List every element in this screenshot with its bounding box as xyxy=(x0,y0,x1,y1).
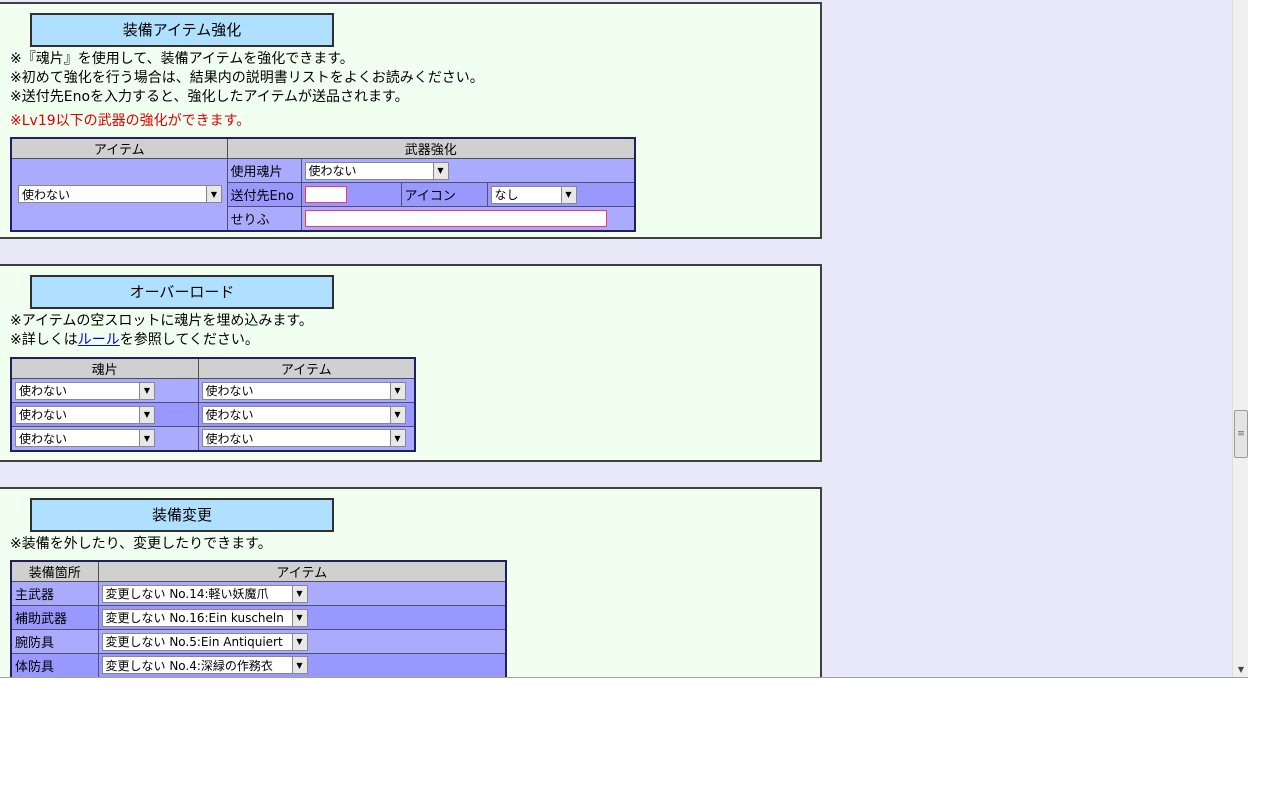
item-select[interactable]: 使わない ▼ xyxy=(201,429,406,448)
serif-cell xyxy=(300,206,636,231)
eno-input[interactable] xyxy=(304,186,347,203)
soul-cell: 使わない ▼ xyxy=(300,158,636,183)
item-cell: 変更しない No.4:深緑の作務衣 ▼ xyxy=(97,653,507,677)
chevron-down-icon: ▼ xyxy=(432,162,448,179)
table-row: 使わない ▼ 使わない ▼ xyxy=(10,378,416,403)
header-item: アイテム xyxy=(197,357,416,379)
slot-label: 体防具 xyxy=(10,653,99,677)
soul-cell: 使わない ▼ xyxy=(10,426,199,451)
chevron-down-icon: ▼ xyxy=(139,406,154,423)
equip-select[interactable]: 変更しない No.4:深緑の作務衣 ▼ xyxy=(101,656,308,675)
item-cell: 変更しない No.14:軽い妖魔爪 ▼ xyxy=(97,581,507,606)
chevron-down-icon: ▼ xyxy=(560,186,576,203)
label-serif: せりふ xyxy=(226,206,302,231)
item-cell: 使わない ▼ xyxy=(197,402,416,427)
soul-select[interactable]: 使わない ▼ xyxy=(304,161,449,180)
enhance-title: 装備アイテム強化 xyxy=(30,13,334,47)
enhance-note-3: ※送付先Enoを入力すると、強化したアイテムが送品されます。 xyxy=(10,89,409,105)
label-icon: アイコン xyxy=(400,182,488,207)
item-cell: 使わない ▼ xyxy=(197,426,416,451)
grip-icon: ≡ xyxy=(1237,429,1245,439)
table-row: 使わない ▼ 使わない ▼ xyxy=(10,402,416,427)
label-eno: 送付先Eno xyxy=(226,182,302,207)
soul-select[interactable]: 使わない ▼ xyxy=(15,405,155,424)
item-cell: 使わない ▼ xyxy=(10,158,228,231)
table-row: 腕防具 変更しない No.5:Ein Antiquiert ▼ xyxy=(10,629,507,654)
slot-label: 腕防具 xyxy=(10,629,99,654)
table-row: 主武器 変更しない No.14:軽い妖魔爪 ▼ xyxy=(10,581,507,606)
enhance-note-1: ※『魂片』を使用して、装備アイテムを強化できます。 xyxy=(10,51,354,67)
scroll-down-arrow-icon[interactable]: ▼ xyxy=(1234,664,1248,676)
table-row: 使わない ▼ 使わない ▼ xyxy=(10,426,416,451)
item-cell: 変更しない No.16:Ein kuscheln ▼ xyxy=(97,605,507,630)
vertical-scrollbar[interactable]: ≡ ▼ xyxy=(1232,0,1248,677)
chevron-down-icon: ▼ xyxy=(291,633,307,650)
header-slot: 装備箇所 xyxy=(10,560,99,582)
item-select[interactable]: 使わない ▼ xyxy=(18,185,222,204)
chevron-down-icon: ▼ xyxy=(389,430,405,447)
table-row: 体防具 変更しない No.4:深緑の作務衣 ▼ xyxy=(10,653,507,677)
soul-select[interactable]: 使わない ▼ xyxy=(15,429,155,448)
warning-text: Lv19以下の武器の強化ができます。 xyxy=(21,113,251,129)
equip-select[interactable]: 変更しない No.16:Ein kuscheln ▼ xyxy=(101,608,308,627)
chevron-down-icon: ▼ xyxy=(389,406,405,423)
icon-select[interactable]: なし ▼ xyxy=(490,185,577,204)
item-select[interactable]: 使わない ▼ xyxy=(201,381,406,400)
enhance-panel: 装備アイテム強化 ※『魂片』を使用して、装備アイテムを強化できます。 ※初めて強… xyxy=(0,2,822,239)
browser-viewport: 装備アイテム強化 ※『魂片』を使用して、装備アイテムを強化できます。 ※初めて強… xyxy=(0,0,1248,678)
chevron-down-icon: ▼ xyxy=(206,186,221,203)
icon-cell: なし ▼ xyxy=(486,182,636,207)
header-item: アイテム xyxy=(97,560,507,582)
overload-note-2: ※詳しくはルールを参照してください。 xyxy=(10,331,259,350)
enhance-table: アイテム 武器強化 使わない ▼ 使用魂片 使わない ▼ 送付先Eno アイコン… xyxy=(10,137,636,232)
equip-panel: 装備変更 ※装備を外したり、変更したりできます。 装備箇所 アイテム 主武器 変… xyxy=(0,487,822,677)
overload-title: オーバーロード xyxy=(30,275,334,309)
equip-select[interactable]: 変更しない No.5:Ein Antiquiert ▼ xyxy=(101,632,308,651)
note2-suffix: を参照してください。 xyxy=(119,332,259,348)
overload-table: 魂片 アイテム 使わない ▼ 使わない ▼ 使わない ▼ 使わない ▼ 使わない ▼ 使わ… xyxy=(10,357,416,452)
chevron-down-icon: ▼ xyxy=(291,609,307,626)
equip-select[interactable]: 変更しない No.14:軽い妖魔爪 ▼ xyxy=(101,584,308,603)
overload-note-1: ※アイテムの空スロットに魂片を埋め込みます。 xyxy=(10,313,313,329)
equip-note: ※装備を外したり、変更したりできます。 xyxy=(10,536,272,552)
eno-cell xyxy=(300,182,402,207)
warning-prefix: ※ xyxy=(10,113,22,129)
item-cell: 変更しない No.5:Ein Antiquiert ▼ xyxy=(97,629,507,654)
scroll-thumb[interactable]: ≡ xyxy=(1234,410,1248,458)
chevron-down-icon: ▼ xyxy=(139,382,154,399)
table-row: 補助武器 変更しない No.16:Ein kuscheln ▼ xyxy=(10,605,507,630)
chevron-down-icon: ▼ xyxy=(389,382,405,399)
equip-title: 装備変更 xyxy=(30,498,334,532)
header-item: アイテム xyxy=(10,137,228,159)
overload-panel: オーバーロード ※アイテムの空スロットに魂片を埋め込みます。 ※詳しくはルールを… xyxy=(0,264,822,462)
soul-select[interactable]: 使わない ▼ xyxy=(15,381,155,400)
enhance-warning: ※Lv19以下の武器の強化ができます。 xyxy=(10,112,250,131)
slot-label: 補助武器 xyxy=(10,605,99,630)
item-select[interactable]: 使わない ▼ xyxy=(201,405,406,424)
soul-cell: 使わない ▼ xyxy=(10,378,199,403)
item-cell: 使わない ▼ xyxy=(197,378,416,403)
chevron-down-icon: ▼ xyxy=(139,430,154,447)
slot-label: 主武器 xyxy=(10,581,99,606)
header-weapon-enhance: 武器強化 xyxy=(226,137,636,159)
note2-prefix: ※詳しくは xyxy=(10,332,78,348)
serif-input[interactable] xyxy=(304,209,607,227)
soul-cell: 使わない ▼ xyxy=(10,402,199,427)
chevron-down-icon: ▼ xyxy=(291,657,307,674)
header-soul: 魂片 xyxy=(10,357,199,379)
enhance-note-2: ※初めて強化を行う場合は、結果内の説明書リストをよくお読みください。 xyxy=(10,70,484,86)
chevron-down-icon: ▼ xyxy=(291,585,307,602)
label-soul: 使用魂片 xyxy=(226,158,302,183)
equip-table: 装備箇所 アイテム 主武器 変更しない No.14:軽い妖魔爪 ▼ 補助武器 変更… xyxy=(10,560,507,677)
rules-link[interactable]: ルール xyxy=(78,332,120,348)
